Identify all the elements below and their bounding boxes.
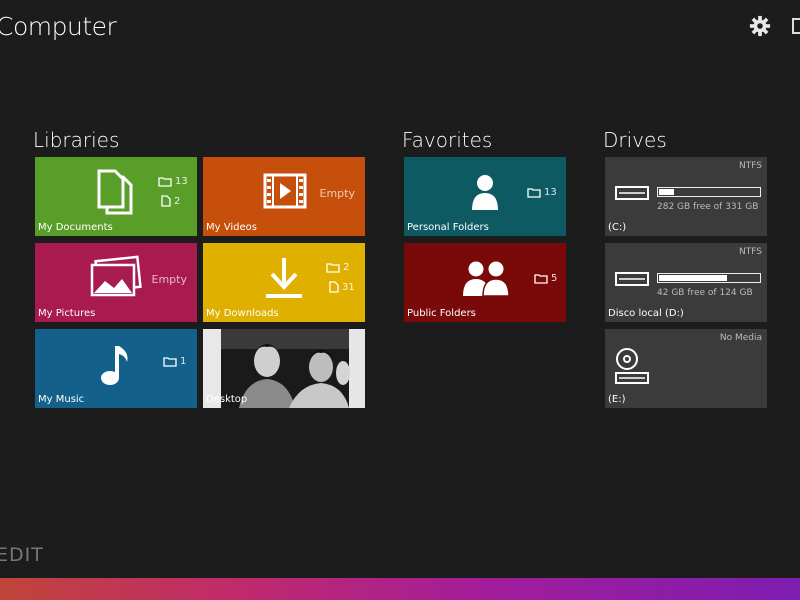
file-count: 2 xyxy=(174,195,181,207)
drive-label: (C:) xyxy=(608,222,627,233)
drive-usage-bar xyxy=(657,187,761,197)
folder-count: 13 xyxy=(175,176,188,187)
tile-label: Personal Folders xyxy=(407,222,489,233)
hard-drive-icon xyxy=(615,272,649,286)
folder-count: 13 xyxy=(544,187,557,198)
window-icon[interactable] xyxy=(792,18,800,34)
tile-label: Desktop xyxy=(206,394,248,405)
section-title-libraries: Libraries xyxy=(33,128,120,152)
drive-usage-fill xyxy=(659,189,674,195)
music-note-icon xyxy=(101,346,128,385)
gear-icon[interactable] xyxy=(749,15,771,37)
drive-label: Disco local (D:) xyxy=(608,308,684,319)
drive-tile-e[interactable]: No Media (E:) xyxy=(605,329,767,408)
drive-tile-c[interactable]: NTFS 282 GB free of 331 GB (C:) xyxy=(605,157,767,236)
empty-label: Empty xyxy=(319,187,355,200)
empty-label: Empty xyxy=(151,273,187,286)
documents-icon xyxy=(97,169,133,215)
folder-count: 1 xyxy=(180,356,187,367)
tile-personal-folders[interactable]: 13 Personal Folders xyxy=(404,157,566,236)
drive-usage-bar xyxy=(657,273,761,283)
person-icon xyxy=(472,175,498,210)
media-status: No Media xyxy=(719,333,762,343)
optical-drive-icon xyxy=(615,348,649,384)
file-icon xyxy=(329,281,339,293)
tile-my-downloads[interactable]: 2 31 My Downloads xyxy=(203,243,365,322)
page-title: Computer xyxy=(0,12,117,41)
filesystem-label: NTFS xyxy=(739,247,762,257)
folder-icon xyxy=(326,263,340,273)
tile-label: My Music xyxy=(38,394,85,405)
tile-label: Public Folders xyxy=(407,308,476,319)
file-count: 31 xyxy=(342,281,355,293)
folder-icon xyxy=(527,188,541,198)
pictures-icon xyxy=(90,255,142,297)
tile-label: My Videos xyxy=(206,222,257,233)
tile-label: My Documents xyxy=(38,222,113,233)
tile-my-videos[interactable]: Empty My Videos xyxy=(203,157,365,236)
tile-label: My Downloads xyxy=(206,308,279,319)
tile-label: My Pictures xyxy=(38,308,96,319)
section-title-favorites: Favorites xyxy=(402,128,493,152)
edit-button[interactable]: EDIT xyxy=(0,544,44,566)
drive-free-space: 42 GB free of 124 GB xyxy=(657,288,753,298)
bottom-accent-bar xyxy=(0,578,800,600)
file-icon xyxy=(161,195,171,207)
filesystem-label: NTFS xyxy=(739,161,762,171)
tile-my-music[interactable]: 1 My Music xyxy=(35,329,197,408)
film-icon xyxy=(263,173,307,209)
folder-icon xyxy=(534,274,548,284)
tile-my-pictures[interactable]: Empty My Pictures xyxy=(35,243,197,322)
drive-usage-fill xyxy=(659,275,727,281)
download-icon xyxy=(266,258,302,298)
hard-drive-icon xyxy=(615,186,649,200)
folder-icon xyxy=(158,177,172,187)
section-title-drives: Drives xyxy=(603,128,667,152)
folder-icon xyxy=(163,357,177,367)
drive-tile-d[interactable]: NTFS 42 GB free of 124 GB Disco local (D… xyxy=(605,243,767,322)
tile-my-documents[interactable]: 13 2 My Documents xyxy=(35,157,197,236)
tile-public-folders[interactable]: 5 Public Folders xyxy=(404,243,566,322)
people-icon xyxy=(463,261,510,297)
drive-free-space: 282 GB free of 331 GB xyxy=(657,202,759,212)
folder-count: 2 xyxy=(343,262,350,273)
drive-label: (E:) xyxy=(608,394,626,405)
tile-desktop[interactable]: Desktop xyxy=(203,329,365,408)
folder-count: 5 xyxy=(551,273,558,284)
